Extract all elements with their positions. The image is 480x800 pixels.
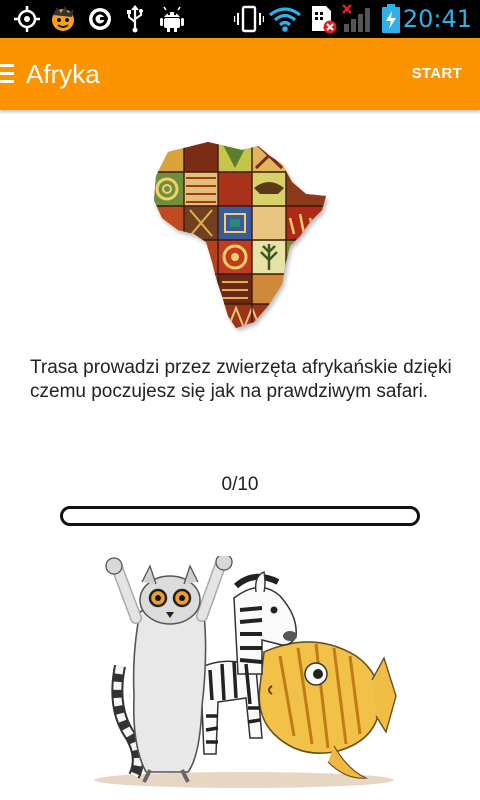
signal-icon (342, 4, 376, 33)
cyanogen-icon (86, 5, 114, 33)
vibrate-icon (234, 5, 264, 33)
battery-charging-icon (380, 4, 402, 33)
app-mascot-icon (48, 5, 78, 33)
status-bar: 20:41 (0, 0, 480, 38)
start-button[interactable]: START (412, 64, 462, 84)
progress-counter: 0/10 (221, 474, 259, 495)
gps-icon (12, 5, 42, 33)
android-debug-icon (158, 5, 186, 33)
route-description: Trasa prowadzi przez zwierzęta afrykańsk… (30, 357, 452, 402)
animals-illustration (84, 553, 404, 792)
app-bar: Afryka START (0, 38, 480, 110)
page-title: Afryka (26, 59, 100, 89)
status-time: 20:41 (402, 5, 472, 33)
fish-figure (258, 641, 397, 779)
progress-bar (60, 506, 420, 526)
sim-error-icon (308, 5, 338, 34)
africa-map-image (150, 138, 332, 334)
usb-icon (124, 5, 146, 33)
wifi-icon (268, 5, 302, 33)
menu-icon[interactable] (0, 64, 14, 84)
